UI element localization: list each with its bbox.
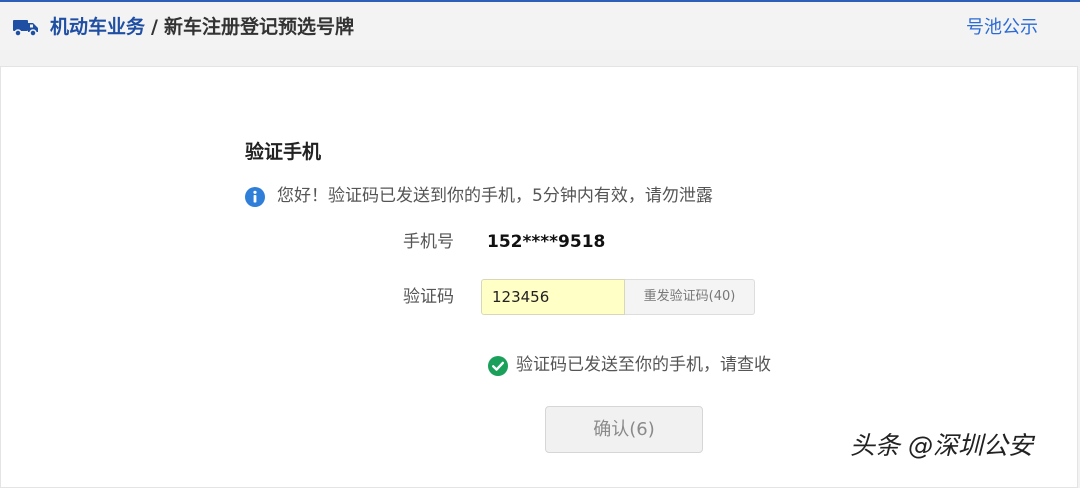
confirm-button[interactable]: 确认(6) [545,406,703,453]
resend-code-button[interactable]: 重发验证码(40) [625,279,755,315]
watermark-text: 头条 @深圳公安 [850,431,1033,460]
info-message: 您好！验证码已发送到你的手机，5分钟内有效，请勿泄露 [277,186,713,206]
phone-label: 手机号 [403,232,454,252]
success-message: 验证码已发送至你的手机，请查收 [516,355,771,375]
phone-number-value: 152****9518 [487,232,606,252]
breadcrumb-separator: / [151,16,158,38]
breadcrumb-root-link[interactable]: 机动车业务 [50,16,145,38]
breadcrumb-current-page: 新车注册登记预选号牌 [163,16,354,38]
page-header: 机动车业务 / 新车注册登记预选号牌 号池公示 [0,2,1080,50]
info-icon [245,187,265,207]
check-circle-icon [488,356,508,376]
breadcrumb: 机动车业务 / 新车注册登记预选号牌 [50,15,354,39]
truck-icon [13,20,38,37]
number-pool-link[interactable]: 号池公示 [966,16,1038,40]
code-label: 验证码 [403,287,454,307]
verify-panel [0,66,1078,488]
verification-code-input[interactable] [481,279,625,315]
section-title: 验证手机 [245,141,322,163]
